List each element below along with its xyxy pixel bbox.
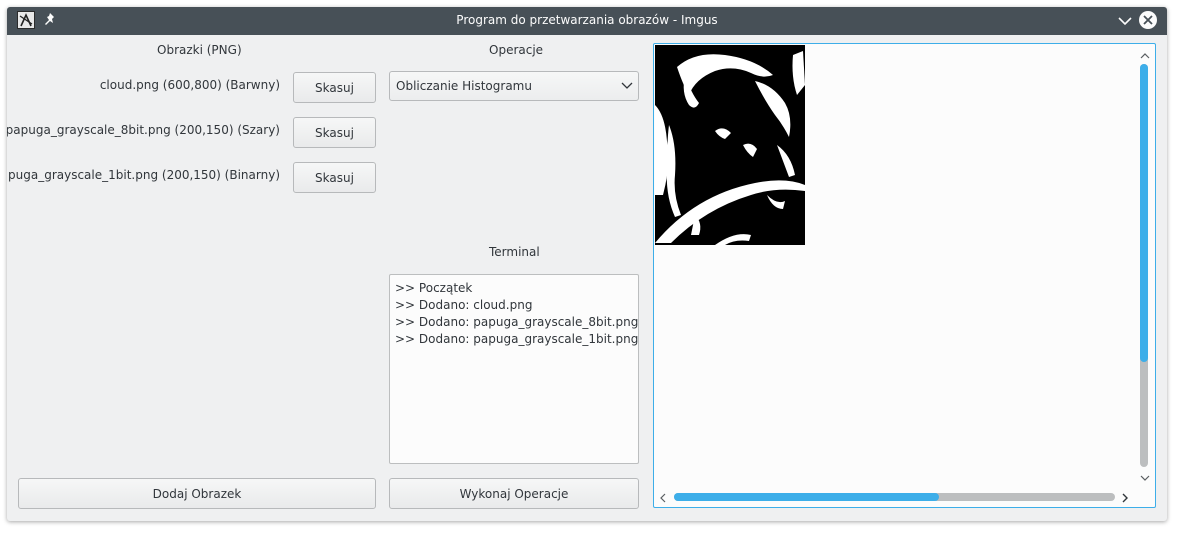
image-item-label: papuga_grayscale_1bit.png (200,150) (Bin…: [7, 168, 280, 182]
terminal-line: >> Dodano: papuga_grayscale_1bit.png: [395, 332, 639, 346]
operation-select[interactable]: Obliczanie Histogramu: [389, 71, 639, 101]
operation-select-value: Obliczanie Histogramu: [396, 79, 532, 93]
scroll-left-icon[interactable]: [658, 492, 668, 503]
remove-image-button[interactable]: Skasuj: [293, 162, 376, 193]
terminal-line: >> Początek: [395, 281, 473, 295]
scroll-up-icon[interactable]: [1140, 50, 1150, 60]
operations-heading: Operacje: [489, 43, 544, 57]
scroll-down-icon[interactable]: [1140, 472, 1150, 482]
chevron-down-icon: [620, 80, 634, 92]
image-item-label: cloud.png (600,800) (Barwny): [99, 78, 280, 92]
image-viewer[interactable]: [653, 43, 1156, 508]
title-bar[interactable]: Program do przetwarzania obrazów - Imgus: [7, 7, 1167, 35]
close-icon: [1143, 15, 1153, 25]
images-heading: Obrazki (PNG): [157, 43, 242, 57]
chevron-down-icon[interactable]: [1117, 13, 1133, 29]
remove-image-button[interactable]: Skasuj: [293, 117, 376, 148]
scroll-right-icon[interactable]: [1120, 492, 1130, 503]
terminal-line: >> Dodano: cloud.png: [395, 298, 533, 312]
terminal-output[interactable]: >> Początek >> Dodano: cloud.png >> Doda…: [389, 274, 639, 464]
close-button[interactable]: [1139, 11, 1157, 29]
main-window: Program do przetwarzania obrazów - Imgus…: [7, 7, 1167, 521]
image-preview: [655, 45, 805, 245]
add-image-button[interactable]: Dodaj Obrazek: [18, 478, 376, 509]
remove-image-button[interactable]: Skasuj: [293, 72, 376, 103]
image-item-label: papuga_grayscale_8bit.png (200,150) (Sza…: [7, 123, 280, 137]
terminal-line: >> Dodano: papuga_grayscale_8bit.png: [395, 315, 639, 329]
vertical-scroll-thumb[interactable]: [1140, 64, 1148, 362]
window-title: Program do przetwarzania obrazów - Imgus: [456, 13, 718, 27]
terminal-heading: Terminal: [489, 245, 540, 259]
run-operation-button[interactable]: Wykonaj Operacje: [389, 478, 639, 509]
horizontal-scroll-thumb[interactable]: [674, 493, 939, 501]
